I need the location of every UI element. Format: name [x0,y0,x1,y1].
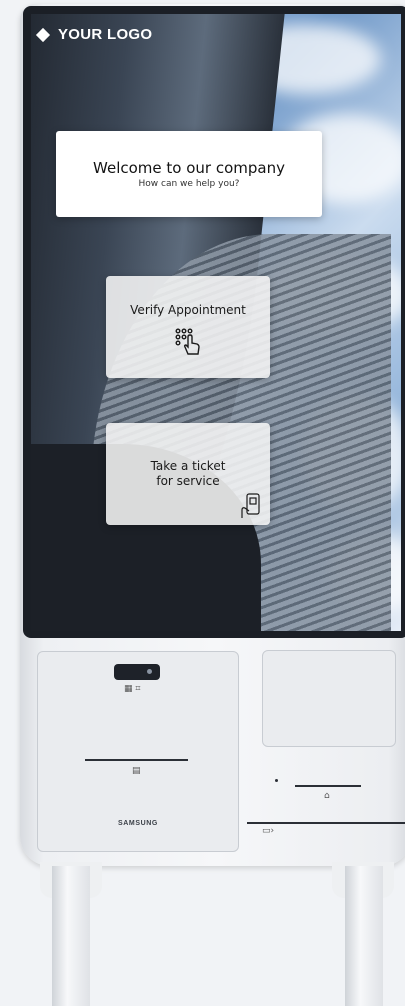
brand-label: SAMSUNG [118,820,158,827]
card-payment-icon: ⌂ [324,791,330,801]
receipt-printer-icon: ▤ [132,766,141,776]
welcome-card: Welcome to our company How can we help y… [56,131,322,217]
take-ticket-label-line2: for service [156,474,220,488]
take-ticket-button[interactable]: Take a ticket for service [106,423,270,525]
qr-scan-icon: ▦ ⌗ [124,684,141,694]
barcode-scanner-icon[interactable] [114,664,160,680]
logo-text: YOUR LOGO [58,26,153,43]
card-slot [247,822,405,824]
verify-appointment-label: Verify Appointment [130,303,246,317]
indicator-dot [275,779,278,782]
scanner-light [147,669,152,674]
welcome-subtitle: How can we help you? [138,179,240,189]
stand-leg-left [52,866,90,1006]
card-slot-icon: ▭› [262,826,275,836]
payment-slot [295,785,361,787]
hardware-right-panel [262,650,396,747]
stand-leg-right [345,866,383,1006]
take-ticket-label: Take a ticket for service [151,459,226,489]
take-ticket-label-line1: Take a ticket [150,459,226,473]
phone-qr-icon [241,493,260,518]
touch-keypad-icon [175,328,200,355]
welcome-title: Welcome to our company [93,159,285,177]
logo: YOUR LOGO [35,26,153,43]
logo-diamond-icon [35,27,51,42]
receipt-printer-slot [85,759,188,761]
verify-appointment-button[interactable]: Verify Appointment [106,276,270,378]
